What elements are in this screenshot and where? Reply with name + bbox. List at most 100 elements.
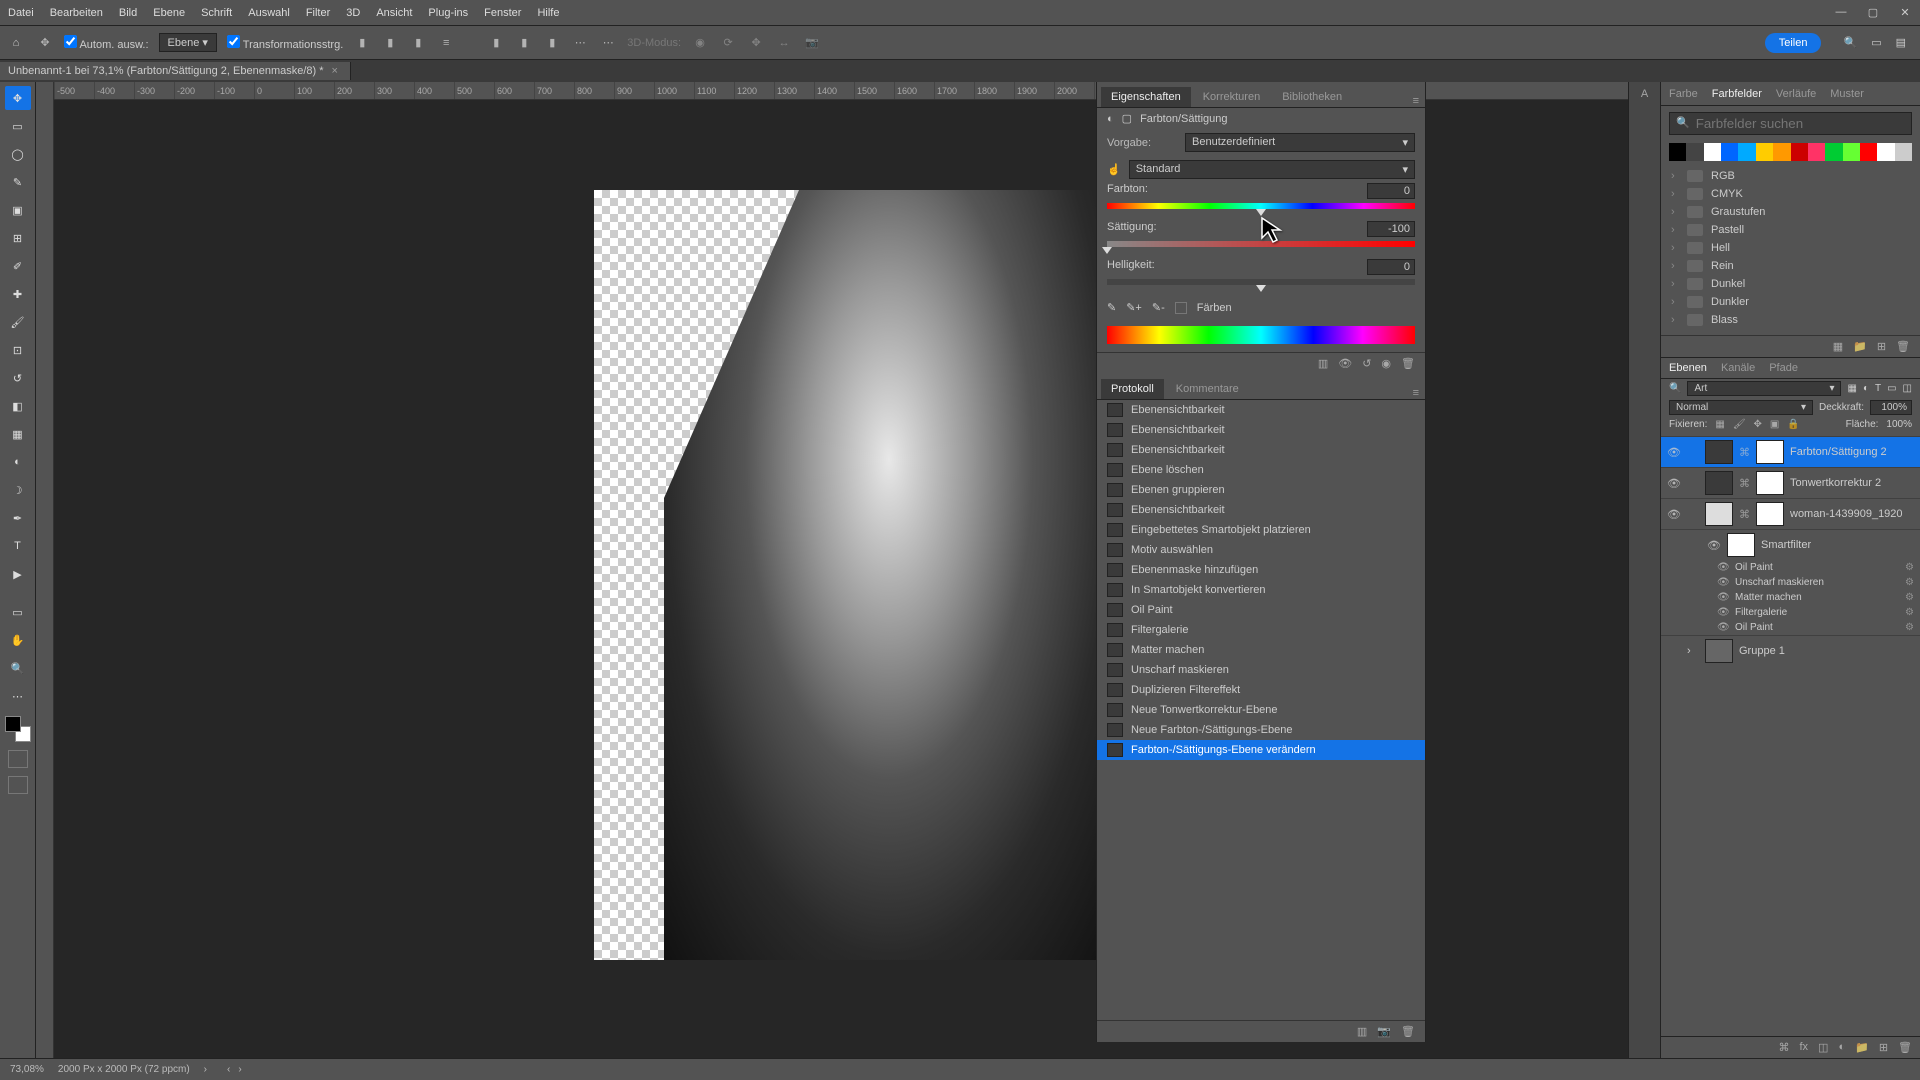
menu-auswahl[interactable]: Auswahl xyxy=(248,7,290,19)
tab-muster[interactable]: Muster xyxy=(1830,88,1864,100)
new-group-icon[interactable]: 📁 xyxy=(1855,1041,1869,1054)
close-tab-icon[interactable]: × xyxy=(332,65,338,77)
workspace-icon[interactable]: ▭ xyxy=(1871,36,1881,49)
layer-thumbnail[interactable] xyxy=(1705,502,1733,526)
smart-filter-header[interactable]: 👁Smartfilter xyxy=(1661,529,1920,560)
menu-bild[interactable]: Bild xyxy=(119,7,137,19)
layer-mask-thumbnail[interactable] xyxy=(1756,502,1784,526)
3d-roll-icon[interactable]: ⟳ xyxy=(719,34,737,52)
eyedropper-tool[interactable]: ✐ xyxy=(5,254,31,278)
fill-field[interactable]: 100% xyxy=(1886,419,1912,430)
smart-filter-item[interactable]: 👁Oil Paint⚙ xyxy=(1661,560,1920,575)
preset-dropdown[interactable]: Benutzerdefiniert▾ xyxy=(1185,133,1415,152)
layer-name[interactable]: Tonwertkorrektur 2 xyxy=(1790,477,1881,489)
layer-row[interactable]: 👁⌘woman-1439909_1920 xyxy=(1661,498,1920,529)
history-item[interactable]: Filtergalerie xyxy=(1097,620,1425,640)
layer-name[interactable]: woman-1439909_1920 xyxy=(1790,508,1903,520)
layer-name[interactable]: Farbton/Sättigung 2 xyxy=(1790,446,1887,458)
hue-value[interactable]: 0 xyxy=(1367,183,1415,199)
transform-controls-checkbox[interactable]: Transformationsstrg. xyxy=(227,35,343,51)
history-item[interactable]: Motiv auswählen xyxy=(1097,540,1425,560)
move-tool-icon[interactable]: ✥ xyxy=(36,34,54,52)
layer-row[interactable]: 👁 ⌘ Farbton/Sättigung 2 xyxy=(1661,436,1920,467)
window-maximize-icon[interactable]: ▢ xyxy=(1866,6,1880,19)
swatch[interactable] xyxy=(1791,143,1808,161)
tab-kanaele[interactable]: Kanäle xyxy=(1721,362,1755,374)
history-brush-tool[interactable]: ↺ xyxy=(5,366,31,390)
smart-filter-item[interactable]: 👁Unscharf maskieren⚙ xyxy=(1661,575,1920,590)
3d-camera-icon[interactable]: 📷 xyxy=(803,34,821,52)
history-item[interactable]: Ebenen gruppieren xyxy=(1097,480,1425,500)
filter-options-icon[interactable]: ⚙ xyxy=(1905,622,1914,633)
swatch-search-input[interactable]: 🔍 xyxy=(1669,112,1912,135)
history-item[interactable]: Ebenenmaske hinzufügen xyxy=(1097,560,1425,580)
layer-fx-icon[interactable]: fx xyxy=(1799,1041,1808,1054)
tab-korrekturen[interactable]: Korrekturen xyxy=(1193,87,1270,107)
swatch-group[interactable]: ›Dunkler xyxy=(1665,293,1916,311)
eraser-tool[interactable]: ◧ xyxy=(5,394,31,418)
filter-kind-icon[interactable]: 🔍 xyxy=(1669,383,1681,394)
history-item[interactable]: Neue Tonwertkorrektur-Ebene xyxy=(1097,700,1425,720)
new-adjustment-icon[interactable]: ◐ xyxy=(1838,1041,1845,1054)
filter-mask-thumbnail[interactable] xyxy=(1727,533,1755,557)
menu-filter[interactable]: Filter xyxy=(306,7,330,19)
layer-group-row[interactable]: ›Gruppe 1 xyxy=(1661,635,1920,666)
visibility-toggle-icon[interactable]: 👁 xyxy=(1667,477,1681,490)
search-icon[interactable]: 🔍 xyxy=(1843,36,1857,49)
history-menu-icon[interactable]: ≡ xyxy=(1413,387,1419,399)
home-icon[interactable]: ⌂ xyxy=(6,33,26,53)
filter-shape-icon[interactable]: ▭ xyxy=(1887,383,1896,394)
smart-filter-item[interactable]: 👁Oil Paint⚙ xyxy=(1661,620,1920,635)
menu-3d[interactable]: 3D xyxy=(346,7,360,19)
menu-hilfe[interactable]: Hilfe xyxy=(537,7,559,19)
swatch[interactable] xyxy=(1825,143,1842,161)
visibility-toggle-icon[interactable]: 👁 xyxy=(1717,592,1729,603)
visibility-toggle-icon[interactable]: 👁 xyxy=(1717,562,1729,573)
saturation-value[interactable]: -100 xyxy=(1367,221,1415,237)
tab-pfade[interactable]: Pfade xyxy=(1769,362,1798,374)
range-dropdown[interactable]: Standard▾ xyxy=(1129,160,1415,179)
history-item[interactable]: Matter machen xyxy=(1097,640,1425,660)
link-mask-icon[interactable]: ⌘ xyxy=(1739,477,1750,490)
align-left-icon[interactable]: ▮ xyxy=(353,34,371,52)
swatch[interactable] xyxy=(1704,143,1721,161)
swatch[interactable] xyxy=(1860,143,1877,161)
lightness-value[interactable]: 0 xyxy=(1367,259,1415,275)
window-close-icon[interactable]: ✕ xyxy=(1898,6,1912,19)
swatch[interactable] xyxy=(1843,143,1860,161)
tab-verlaeufe[interactable]: Verläufe xyxy=(1776,88,1816,100)
auto-select-target-dropdown[interactable]: Ebene ▾ xyxy=(159,33,217,52)
quick-mask-icon[interactable] xyxy=(8,750,28,768)
link-mask-icon[interactable]: ⌘ xyxy=(1739,508,1750,521)
visibility-toggle-icon[interactable]: 👁 xyxy=(1717,622,1729,633)
tab-bibliotheken[interactable]: Bibliotheken xyxy=(1272,87,1352,107)
swatch[interactable] xyxy=(1669,143,1686,161)
layer-mask-thumbnail[interactable] xyxy=(1756,440,1784,464)
healing-tool[interactable]: ✚ xyxy=(5,282,31,306)
layer-row[interactable]: 👁 ⌘ Tonwertkorrektur 2 xyxy=(1661,467,1920,498)
history-item[interactable]: Farbton-/Sättigungs-Ebene verändern xyxy=(1097,740,1425,760)
link-mask-icon[interactable]: ⌘ xyxy=(1739,446,1750,459)
blend-mode-dropdown[interactable]: Normal▾ xyxy=(1669,400,1813,415)
history-item[interactable]: Ebenensichtbarkeit xyxy=(1097,500,1425,520)
saturation-slider[interactable] xyxy=(1107,239,1415,253)
layer-mask-thumbnail[interactable] xyxy=(1756,471,1784,495)
pen-tool[interactable]: ✒ xyxy=(5,506,31,530)
filter-pixel-icon[interactable]: ▦ xyxy=(1847,383,1856,394)
info-chevron-icon[interactable]: › xyxy=(204,1064,207,1075)
layer-group-name[interactable]: Gruppe 1 xyxy=(1739,645,1785,657)
3d-pan-icon[interactable]: ✥ xyxy=(747,34,765,52)
history-item[interactable]: Neue Farbton-/Sättigungs-Ebene xyxy=(1097,720,1425,740)
menu-plugins[interactable]: Plug-ins xyxy=(428,7,468,19)
history-item[interactable]: Ebenensichtbarkeit xyxy=(1097,400,1425,420)
visibility-toggle-icon[interactable]: 👁 xyxy=(1667,446,1681,459)
swatch-group[interactable]: ›RGB xyxy=(1665,167,1916,185)
smart-filter-item[interactable]: 👁Matter machen⚙ xyxy=(1661,590,1920,605)
finger-icon[interactable]: ☝ xyxy=(1107,163,1121,176)
tab-farbfelder[interactable]: Farbfelder xyxy=(1712,88,1762,100)
scroll-right-icon[interactable]: › xyxy=(238,1064,241,1075)
swatch[interactable] xyxy=(1721,143,1738,161)
swatch-view-icon[interactable]: ▦ xyxy=(1833,340,1843,353)
lock-pixels-icon[interactable]: 🖌 xyxy=(1733,419,1746,430)
filter-type-icon[interactable]: T xyxy=(1875,383,1881,394)
